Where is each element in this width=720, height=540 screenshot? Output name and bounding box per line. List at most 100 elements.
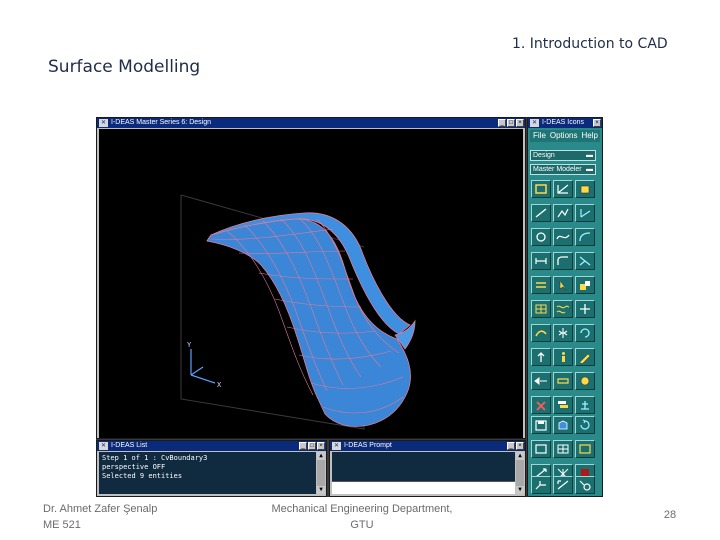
- select-tool-icon[interactable]: [575, 476, 595, 494]
- measure-tool-icon[interactable]: [553, 372, 573, 390]
- wave-tool-icon[interactable]: [553, 300, 573, 318]
- x-axis-label: X: [217, 381, 222, 389]
- rotate-tool-icon[interactable]: [575, 324, 595, 342]
- view-tool-icon[interactable]: [531, 372, 551, 390]
- model-viewport[interactable]: Y X: [99, 129, 523, 438]
- iso-view-tool-icon[interactable]: [531, 476, 551, 494]
- scroll-down-icon[interactable]: ▼: [516, 486, 524, 494]
- list-output: Step 1 of 1 : CvBoundary3 perspective OF…: [99, 452, 316, 494]
- refresh-tool-icon[interactable]: [575, 416, 595, 434]
- footer-department: Mechanical Engineering Department, GTU: [250, 501, 474, 533]
- dimension-tool-icon[interactable]: [553, 180, 573, 198]
- graphics-window-title: I-DEAS Master Series 6: Design: [111, 119, 211, 126]
- scroll-up-icon[interactable]: ▲: [516, 452, 524, 460]
- circle-tool-icon[interactable]: [531, 228, 551, 246]
- y-axis-label: Y: [187, 341, 192, 349]
- pattern-tool-icon[interactable]: [531, 276, 551, 294]
- list-window: ✕ I-DEAS List _ □ × Step 1 of 1 : CvBoun…: [96, 440, 327, 497]
- close-button[interactable]: ×: [516, 119, 524, 127]
- list-line: Step 1 of 1 : CvBoundary3: [102, 454, 208, 462]
- spline-tool-icon[interactable]: [553, 228, 573, 246]
- maximize-button[interactable]: □: [308, 442, 316, 450]
- axis-triad-icon: [190, 349, 216, 384]
- minimize-button[interactable]: _: [507, 442, 515, 450]
- extrude-tool-icon[interactable]: [575, 180, 595, 198]
- display-tool-icon[interactable]: [531, 440, 551, 458]
- page-number: 28: [663, 509, 677, 521]
- list-line: Selected 9 entities: [102, 472, 183, 480]
- window-tool-icon[interactable]: [575, 440, 595, 458]
- list-window-title: I-DEAS List: [111, 442, 148, 449]
- shade-tool-icon[interactable]: [553, 416, 573, 434]
- close-button[interactable]: ×: [317, 442, 325, 450]
- delete-tool-icon[interactable]: [531, 396, 551, 414]
- app-logo-icon: ✕: [530, 119, 539, 127]
- section-title: 1. Introduction to CAD: [512, 36, 668, 52]
- polyline-tool-icon[interactable]: [553, 204, 573, 222]
- block-tool-icon[interactable]: [575, 276, 595, 294]
- prompt-window-title: I-DEAS Prompt: [344, 442, 392, 449]
- list-window-titlebar[interactable]: ✕ I-DEAS List _ □ ×: [97, 441, 326, 451]
- scroll-up-icon[interactable]: ▲: [317, 452, 325, 460]
- list-line: perspective OFF: [102, 463, 166, 471]
- app-logo-icon: ✕: [99, 442, 108, 450]
- prompt-window-titlebar[interactable]: ✕ I-DEAS Prompt _ ×: [330, 441, 525, 451]
- rectangle-tool-icon[interactable]: [531, 180, 551, 198]
- prompt-output: [332, 452, 515, 481]
- chevron-down-icon: ▬: [586, 166, 593, 173]
- module-value: Master Modeler: [533, 166, 582, 173]
- department-name: Mechanical Engineering Department,: [271, 503, 453, 515]
- icons-window-title: I-DEAS Icons: [542, 119, 585, 126]
- graphics-window: ✕ I-DEAS Master Series 6: Design _ □ × Y…: [96, 117, 526, 439]
- icons-window: ✕ I-DEAS Icons × File Options Help Desig…: [527, 117, 603, 497]
- orbit-tool-icon[interactable]: [575, 372, 595, 390]
- curve-tool-icon[interactable]: [575, 228, 595, 246]
- ideas-screenshot: ✕ I-DEAS Master Series 6: Design _ □ × Y…: [96, 117, 603, 497]
- grid-view-tool-icon[interactable]: [553, 440, 573, 458]
- mirror-tool-icon[interactable]: [553, 324, 573, 342]
- minimize-button[interactable]: _: [498, 119, 506, 127]
- maximize-button[interactable]: □: [507, 119, 515, 127]
- prompt-input[interactable]: [332, 481, 515, 494]
- close-button[interactable]: ×: [593, 119, 601, 127]
- prompt-window: ✕ I-DEAS Prompt _ × ▲ ▼: [329, 440, 526, 497]
- menu-options[interactable]: Options: [550, 130, 578, 142]
- task-dropdown[interactable]: Design ▬: [530, 150, 596, 161]
- slide-title: Surface Modelling: [48, 57, 201, 77]
- prompt-scrollbar[interactable]: ▲ ▼: [516, 452, 524, 494]
- pan-tool-icon[interactable]: [553, 476, 573, 494]
- footer-author: Dr. Ahmet Zafer Şenalp ME 521: [43, 501, 157, 533]
- sweep-tool-icon[interactable]: [531, 324, 551, 342]
- line-tool-icon[interactable]: [531, 204, 551, 222]
- trim-tool-icon[interactable]: [575, 252, 595, 270]
- menu-file[interactable]: File: [533, 130, 546, 142]
- info-tool-icon[interactable]: [553, 348, 573, 366]
- angle-tool-icon[interactable]: [575, 204, 595, 222]
- scroll-down-icon[interactable]: ▼: [317, 486, 325, 494]
- menu-help[interactable]: Help: [581, 130, 597, 142]
- app-logo-icon: ✕: [332, 442, 341, 450]
- graphics-window-titlebar[interactable]: ✕ I-DEAS Master Series 6: Design _ □ ×: [97, 118, 525, 128]
- section-tool-icon[interactable]: [531, 252, 551, 270]
- course-code: ME 521: [43, 519, 81, 531]
- author-name: Dr. Ahmet Zafer Şenalp: [43, 503, 158, 515]
- university-name: GTU: [350, 519, 374, 531]
- module-dropdown[interactable]: Master Modeler ▬: [530, 164, 596, 175]
- list-scrollbar[interactable]: ▲ ▼: [317, 452, 325, 494]
- arrow-tool-icon[interactable]: [531, 348, 551, 366]
- pencil-tool-icon[interactable]: [575, 348, 595, 366]
- surface-model: Y X: [180, 194, 416, 430]
- pointer-tool-icon[interactable]: [553, 276, 573, 294]
- close-button[interactable]: ×: [516, 442, 524, 450]
- app-logo-icon: ✕: [99, 119, 108, 127]
- tree-tool-icon[interactable]: [575, 396, 595, 414]
- stack-tool-icon[interactable]: [553, 396, 573, 414]
- icons-window-titlebar[interactable]: ✕ I-DEAS Icons ×: [528, 118, 602, 128]
- grid-tool-icon[interactable]: [531, 300, 551, 318]
- chevron-down-icon: ▬: [586, 152, 593, 159]
- task-value: Design: [533, 152, 555, 159]
- save-tool-icon[interactable]: [531, 416, 551, 434]
- fillet-tool-icon[interactable]: [553, 252, 573, 270]
- minimize-button[interactable]: _: [299, 442, 307, 450]
- move-tool-icon[interactable]: [575, 300, 595, 318]
